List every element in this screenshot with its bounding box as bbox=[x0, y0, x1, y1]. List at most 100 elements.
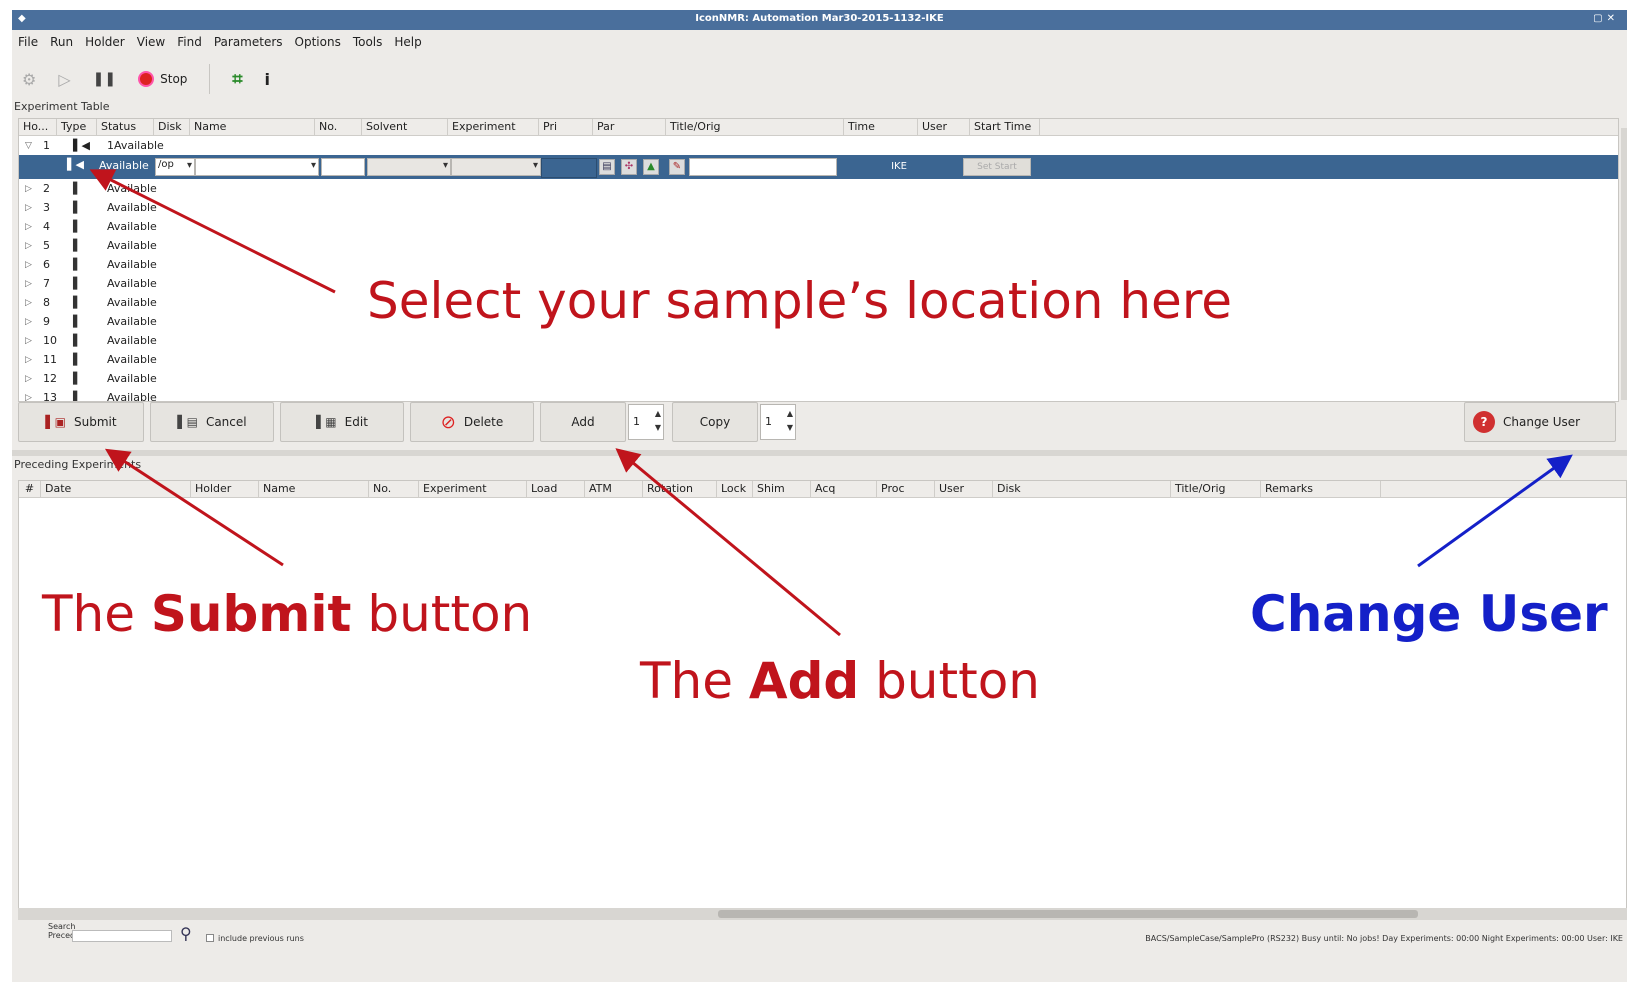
expand-arrow-icon[interactable]: ▷ bbox=[19, 222, 39, 232]
change-user-button[interactable]: ? Change User bbox=[1464, 402, 1616, 442]
experiment-table-scrollbar[interactable] bbox=[1621, 128, 1627, 400]
col-atm[interactable]: ATM bbox=[585, 481, 643, 497]
include-previous-checkbox[interactable] bbox=[206, 934, 214, 942]
add-button[interactable]: Add bbox=[540, 402, 626, 442]
col-title-orig[interactable]: Title/Orig bbox=[666, 119, 844, 135]
collapse-arrow-icon[interactable]: ▽ bbox=[19, 141, 39, 151]
copy-button[interactable]: Copy bbox=[672, 402, 758, 442]
shim-icon[interactable]: ✣ bbox=[621, 159, 637, 175]
expand-arrow-icon[interactable]: ▷ bbox=[19, 203, 39, 213]
expand-arrow-icon[interactable]: ▷ bbox=[19, 279, 39, 289]
holder-row[interactable]: ▷ 5 ▌ Available bbox=[19, 236, 1618, 255]
col-holder[interactable]: Holder bbox=[191, 481, 259, 497]
menu-view[interactable]: View bbox=[137, 35, 165, 49]
col-solvent[interactable]: Solvent bbox=[362, 119, 448, 135]
experiment-dropdown[interactable] bbox=[451, 158, 541, 176]
title-field[interactable] bbox=[689, 158, 837, 176]
col-holder[interactable]: Ho... bbox=[19, 119, 57, 135]
holder-row[interactable]: ▷ 2 ▌ Available bbox=[19, 179, 1618, 198]
menu-find[interactable]: Find bbox=[177, 35, 202, 49]
acquire-icon[interactable]: ▲ bbox=[643, 159, 659, 175]
col-lock[interactable]: Lock bbox=[717, 481, 753, 497]
menu-help[interactable]: Help bbox=[394, 35, 421, 49]
menu-options[interactable]: Options bbox=[295, 35, 341, 49]
disk-dropdown[interactable]: /op bbox=[155, 158, 195, 176]
col-no[interactable]: No. bbox=[369, 481, 419, 497]
col-user[interactable]: User bbox=[918, 119, 970, 135]
menu-holder[interactable]: Holder bbox=[85, 35, 125, 49]
expand-arrow-icon[interactable]: ▷ bbox=[19, 355, 39, 365]
expand-arrow-icon[interactable]: ▷ bbox=[19, 241, 39, 251]
col-rotation[interactable]: Rotation bbox=[643, 481, 717, 497]
scrollbar-thumb[interactable] bbox=[718, 910, 1418, 918]
expand-arrow-icon[interactable]: ▷ bbox=[19, 336, 39, 346]
holder-row[interactable]: ▷ 10 ▌ Available bbox=[19, 331, 1618, 350]
stepper-arrows-icon[interactable]: ▲ ▼ bbox=[787, 407, 793, 435]
priority-field[interactable] bbox=[541, 158, 597, 178]
cancel-button[interactable]: ▌▤ Cancel bbox=[150, 402, 274, 442]
col-name[interactable]: Name bbox=[259, 481, 369, 497]
expand-arrow-icon[interactable]: ▷ bbox=[19, 260, 39, 270]
col-start-time[interactable]: Start Time bbox=[970, 119, 1040, 135]
holder-group-row[interactable]: ▽ 1 ▌◀ 1Available bbox=[19, 136, 1618, 155]
col-title-orig[interactable]: Title/Orig bbox=[1171, 481, 1261, 497]
edit-button[interactable]: ▌▦ Edit bbox=[280, 402, 404, 442]
menu-tools[interactable]: Tools bbox=[353, 35, 383, 49]
copy-count-stepper[interactable]: 1 ▲ ▼ bbox=[760, 404, 796, 440]
col-acq[interactable]: Acq bbox=[811, 481, 877, 497]
stop-button[interactable]: Stop bbox=[138, 71, 187, 87]
submit-button[interactable]: ▌▣ Submit bbox=[18, 402, 144, 442]
selected-edit-row[interactable]: ▌◀ Available /op ▤ ✣ ▲ ✎ IKE Set Start bbox=[19, 155, 1618, 179]
menu-parameters[interactable]: Parameters bbox=[214, 35, 283, 49]
col-time[interactable]: Time bbox=[844, 119, 918, 135]
col-user[interactable]: User bbox=[935, 481, 993, 497]
menu-run[interactable]: Run bbox=[50, 35, 73, 49]
col-load[interactable]: Load bbox=[527, 481, 585, 497]
expand-arrow-icon[interactable]: ▷ bbox=[19, 184, 39, 194]
delete-button[interactable]: ⊘ Delete bbox=[410, 402, 534, 442]
info-button[interactable]: i bbox=[265, 70, 270, 89]
menu-file[interactable]: File bbox=[18, 35, 38, 49]
holder-row[interactable]: ▷ 3 ▌ Available bbox=[19, 198, 1618, 217]
user-value[interactable]: IKE bbox=[839, 158, 959, 176]
col-name[interactable]: Name bbox=[190, 119, 315, 135]
configuration-button[interactable]: ⌗ bbox=[232, 69, 242, 90]
col-experiment[interactable]: Experiment bbox=[419, 481, 527, 497]
expand-arrow-icon[interactable]: ▷ bbox=[19, 298, 39, 308]
settings-tool-button[interactable]: ⚙ bbox=[22, 70, 36, 89]
pane-splitter[interactable] bbox=[12, 450, 1627, 456]
search-icon[interactable]: ⚲ bbox=[180, 924, 192, 943]
expand-arrow-icon[interactable]: ▷ bbox=[19, 374, 39, 384]
holder-row[interactable]: ▷ 12 ▌ Available bbox=[19, 369, 1618, 388]
col-date[interactable]: Date bbox=[41, 481, 191, 497]
col-par[interactable]: Par bbox=[593, 119, 666, 135]
col-disk[interactable]: Disk bbox=[993, 481, 1171, 497]
horizontal-scrollbar[interactable] bbox=[18, 908, 1627, 920]
col-experiment[interactable]: Experiment bbox=[448, 119, 539, 135]
search-input[interactable] bbox=[72, 930, 172, 942]
col-index[interactable]: # bbox=[19, 481, 41, 497]
holder-row[interactable]: ▷ 4 ▌ Available bbox=[19, 217, 1618, 236]
col-status[interactable]: Status bbox=[97, 119, 154, 135]
window-controls[interactable]: ▢✕ bbox=[1593, 13, 1619, 24]
col-pri[interactable]: Pri bbox=[539, 119, 593, 135]
sample-tube-icon: ▌ bbox=[73, 182, 82, 195]
col-shim[interactable]: Shim bbox=[753, 481, 811, 497]
edit-parameters-icon[interactable]: ▤ bbox=[599, 159, 615, 175]
col-proc[interactable]: Proc bbox=[877, 481, 935, 497]
col-disk[interactable]: Disk bbox=[154, 119, 190, 135]
add-count-stepper[interactable]: 1 ▲ ▼ bbox=[628, 404, 664, 440]
stepper-arrows-icon[interactable]: ▲ ▼ bbox=[655, 407, 661, 435]
col-remarks[interactable]: Remarks bbox=[1261, 481, 1381, 497]
solvent-dropdown[interactable] bbox=[367, 158, 451, 176]
name-field[interactable] bbox=[195, 158, 319, 176]
col-type[interactable]: Type bbox=[57, 119, 97, 135]
expand-arrow-icon[interactable]: ▷ bbox=[19, 317, 39, 327]
set-start-button[interactable]: Set Start bbox=[963, 158, 1031, 176]
title-edit-icon[interactable]: ✎ bbox=[669, 159, 685, 175]
holder-row[interactable]: ▷ 11 ▌ Available bbox=[19, 350, 1618, 369]
col-no[interactable]: No. bbox=[315, 119, 362, 135]
number-field[interactable] bbox=[321, 158, 365, 176]
go-button[interactable]: ▷ bbox=[58, 70, 70, 89]
pause-button[interactable]: ❚❚ bbox=[93, 71, 116, 87]
